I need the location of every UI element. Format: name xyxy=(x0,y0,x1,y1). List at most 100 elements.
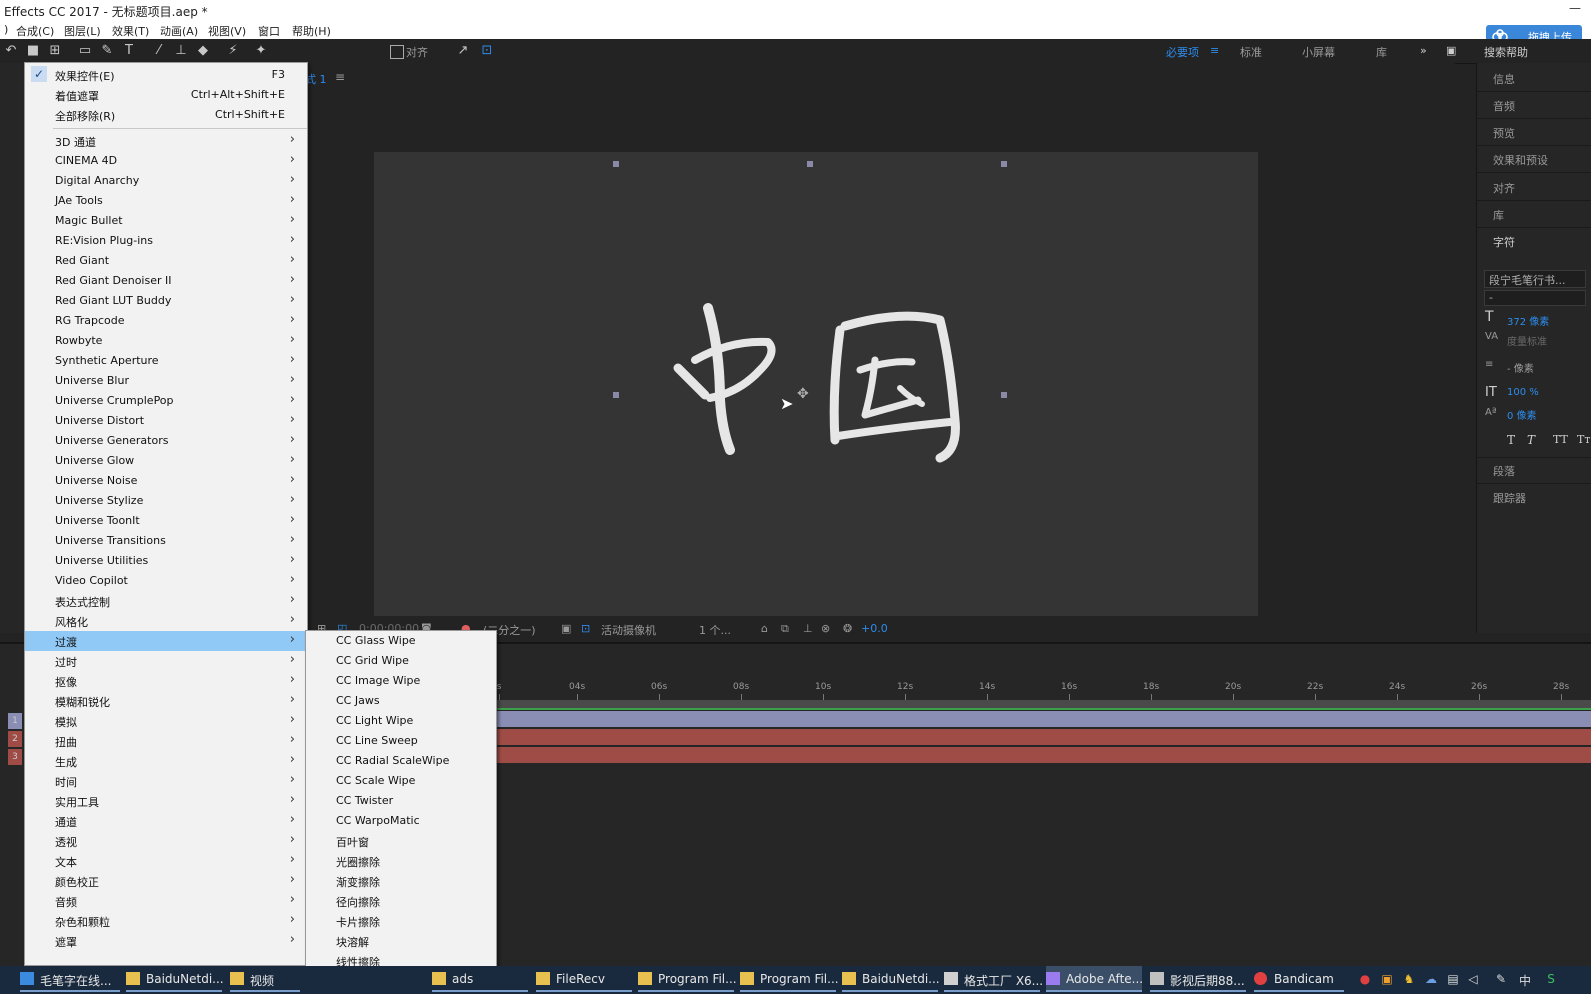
timeline-icon[interactable]: ⊥ xyxy=(803,622,813,635)
search-help-field[interactable]: 搜索帮助 xyxy=(1484,44,1528,60)
menu-effect[interactable]: 效果(T) xyxy=(112,23,149,39)
transform-handle[interactable] xyxy=(807,161,813,167)
transition-effect-item[interactable]: 卡片擦除 xyxy=(306,911,496,931)
audio-panel-tab[interactable]: 音频 xyxy=(1493,98,1515,114)
taskbar-button[interactable]: Adobe Afte... xyxy=(1046,966,1143,992)
clone-stamp-tool-icon[interactable]: ⊥ xyxy=(172,42,190,60)
pen-tray-icon[interactable]: ✎ xyxy=(1494,972,1508,986)
layer-number[interactable]: 1 xyxy=(8,713,22,729)
menu-category-item[interactable]: 透视 › xyxy=(25,831,307,851)
menu-category-item[interactable]: Magic Bullet › xyxy=(25,211,307,231)
workspace-libraries[interactable]: 库 xyxy=(1376,44,1387,60)
menu-category-item[interactable]: CINEMA 4D › xyxy=(25,151,307,171)
menu-category-item[interactable]: Red Giant › xyxy=(25,251,307,271)
menu-window[interactable]: 窗口 xyxy=(258,23,280,39)
baseline-shift-value[interactable]: 0 像素 xyxy=(1507,407,1537,422)
taskbar-button[interactable]: BaiduNetdi... xyxy=(126,966,224,992)
menu-category-item[interactable]: 生成 › xyxy=(25,751,307,771)
brush-tool-icon[interactable]: ⁄ xyxy=(150,42,168,60)
search-panel-icon[interactable]: ▣ xyxy=(1446,44,1456,57)
exposure-value[interactable]: +0.0 xyxy=(861,622,888,635)
network-tray-icon[interactable]: ▤ xyxy=(1446,972,1460,986)
vertical-scale-value[interactable]: 100 % xyxy=(1507,387,1539,398)
snap-checkbox[interactable] xyxy=(390,45,404,59)
rotate-tool-icon[interactable]: ↶ xyxy=(2,42,20,60)
layer-duration-bar[interactable] xyxy=(495,729,1591,745)
all-caps-button[interactable]: TT xyxy=(1553,433,1568,446)
snap-toggle-icon[interactable]: ⊡ xyxy=(478,42,496,60)
menu-category-item[interactable]: 3D 通道 › xyxy=(25,131,307,151)
menu-category-item[interactable]: Universe Utilities › xyxy=(25,551,307,571)
menu-category-item[interactable]: 表达式控制 › xyxy=(25,591,307,611)
taskbar-button[interactable]: FileRecv xyxy=(536,966,632,992)
workspace-menu-icon[interactable]: ≡ xyxy=(1210,44,1219,57)
transform-handle[interactable] xyxy=(1001,392,1007,398)
menu-category-item[interactable]: 过渡 › xyxy=(25,631,307,651)
taskbar-button[interactable]: 影视后期88... xyxy=(1150,966,1246,992)
menu-composition[interactable]: 合成(C) xyxy=(16,23,54,39)
menu-category-item[interactable]: Universe CrumplePop › xyxy=(25,391,307,411)
transition-effect-item[interactable]: CC Light Wipe xyxy=(306,711,496,731)
menu-category-item[interactable]: 过时 › xyxy=(25,651,307,671)
menu-category-item[interactable]: 文本 › xyxy=(25,851,307,871)
font-size-value[interactable]: 372 像素 xyxy=(1507,313,1549,328)
workspace-essential[interactable]: 必要项 xyxy=(1166,44,1199,60)
transition-effect-item[interactable]: 径向擦除 xyxy=(306,891,496,911)
layer-number[interactable]: 3 xyxy=(8,749,22,765)
view-layout-dropdown[interactable]: 1 个... xyxy=(699,622,731,638)
transition-effect-item[interactable]: CC Grid Wipe xyxy=(306,651,496,671)
menu-category-item[interactable]: Red Giant LUT Buddy › xyxy=(25,291,307,311)
menu-view[interactable]: 视图(V) xyxy=(208,23,246,39)
taskbar-button[interactable]: 毛笔字在线... xyxy=(20,966,120,992)
menu-category-item[interactable]: 通道 › xyxy=(25,811,307,831)
stroke-width-value[interactable]: - 像素 xyxy=(1507,360,1534,375)
menu-category-item[interactable]: 颜色校正 › xyxy=(25,871,307,891)
menu-category-item[interactable]: 音频 › xyxy=(25,891,307,911)
taskbar-button[interactable]: BaiduNetdi... xyxy=(842,966,940,992)
kerning-value[interactable]: 度量标准 xyxy=(1507,333,1547,348)
menu-category-item[interactable]: Universe Blur › xyxy=(25,371,307,391)
snap-options-icon[interactable]: ↗ xyxy=(454,42,472,60)
menu-category-item[interactable]: 模糊和锐化 › xyxy=(25,691,307,711)
security-tray-icon[interactable]: S xyxy=(1544,972,1558,986)
rectangle-tool-icon[interactable]: ▭ xyxy=(76,42,94,60)
menu-category-item[interactable]: Universe Noise › xyxy=(25,471,307,491)
menu-category-item[interactable]: RE:Vision Plug-ins › xyxy=(25,231,307,251)
menu-category-item[interactable]: Universe Transitions › xyxy=(25,531,307,551)
panel-menu-icon[interactable]: ≡ xyxy=(335,70,345,84)
transition-effect-item[interactable]: 百叶窗 xyxy=(306,831,496,851)
record-tray-icon[interactable]: ● xyxy=(1358,972,1372,986)
taskbar-button[interactable]: Program Fil... xyxy=(638,966,737,992)
menu-category-item[interactable]: 扭曲 › xyxy=(25,731,307,751)
text-tool-icon[interactable]: T xyxy=(120,42,138,60)
effects-presets-panel-tab[interactable]: 效果和预设 xyxy=(1493,152,1548,168)
region-icon[interactable]: ▣ xyxy=(561,622,571,635)
cloud-tray-icon[interactable]: ☁ xyxy=(1424,972,1438,986)
workspace-small-screen[interactable]: 小屏幕 xyxy=(1302,44,1335,60)
small-caps-button[interactable]: Tт xyxy=(1577,433,1590,446)
layer-duration-bar[interactable] xyxy=(495,711,1591,727)
menu-category-item[interactable]: 风格化 › xyxy=(25,611,307,631)
menu-category-item[interactable]: JAe Tools › xyxy=(25,191,307,211)
menu-category-item[interactable]: Video Copilot › xyxy=(25,571,307,591)
work-area-bar[interactable] xyxy=(495,700,1591,708)
composition-tab[interactable]: 式 1 xyxy=(305,71,327,87)
pan-behind-tool-icon[interactable]: ⊞ xyxy=(46,42,64,60)
menu-category-item[interactable]: 杂色和颗粒 › xyxy=(25,911,307,931)
menu-category-item[interactable]: 时间 › xyxy=(25,771,307,791)
more-workspaces-icon[interactable]: » xyxy=(1420,44,1427,57)
menu-category-item[interactable]: Universe ToonIt › xyxy=(25,511,307,531)
camera-tool-icon[interactable]: ■ xyxy=(24,42,42,60)
tracker-panel-tab[interactable]: 跟踪器 xyxy=(1493,490,1526,506)
time-ruler[interactable]: 0s04s06s08s10s12s14s16s18s20s22s24s26s28… xyxy=(491,680,1591,701)
menu-category-item[interactable]: Universe Stylize › xyxy=(25,491,307,511)
paragraph-panel-tab[interactable]: 段落 xyxy=(1493,463,1515,479)
menu-category-item[interactable]: Red Giant Denoiser II › xyxy=(25,271,307,291)
transition-effect-item[interactable]: CC Radial ScaleWipe xyxy=(306,751,496,771)
view-options-icon[interactable]: ⌂ xyxy=(761,622,768,635)
taskbar-button[interactable]: 格式工厂 X6... xyxy=(944,966,1043,992)
font-style-dropdown[interactable]: - xyxy=(1484,290,1586,306)
taskbar-button[interactable]: ads xyxy=(432,966,528,992)
transform-handle[interactable] xyxy=(613,392,619,398)
app-tray-icon[interactable]: ♞ xyxy=(1402,972,1416,986)
